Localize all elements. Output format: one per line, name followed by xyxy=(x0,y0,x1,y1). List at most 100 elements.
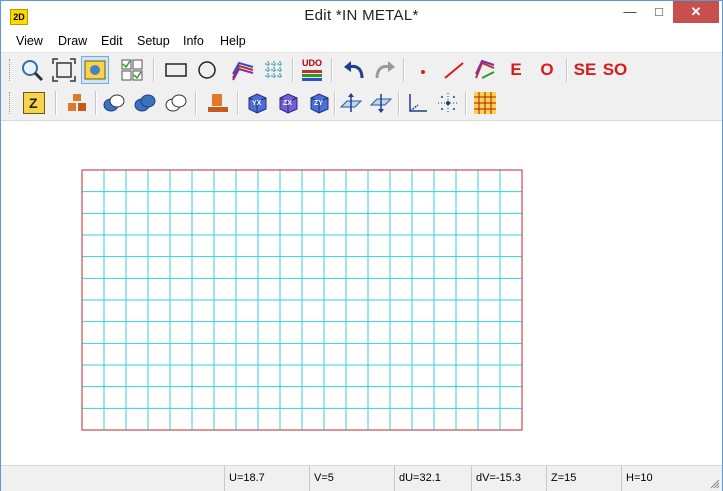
status-bar: U=18.7 V=5 dU=32.1 dV=-15.3 Z=15 H=10 xyxy=(1,465,722,491)
menu-info[interactable]: Info xyxy=(183,34,204,48)
circle-button[interactable] xyxy=(193,56,221,84)
main-toolbar: UDO E O SE SO xyxy=(1,52,722,87)
toolbar-separator xyxy=(237,91,239,115)
line-button[interactable] xyxy=(440,56,468,84)
plane-down-button[interactable] xyxy=(367,89,395,117)
blocks-icon xyxy=(68,94,86,111)
layer-view-button[interactable] xyxy=(81,56,109,84)
yx-label: YX xyxy=(252,100,262,107)
circle-icon xyxy=(198,61,216,79)
toolbar-separator xyxy=(95,91,97,115)
grid-icon xyxy=(265,61,283,79)
status-v: V=5 xyxy=(309,466,394,491)
redo-button[interactable] xyxy=(371,56,399,84)
menu-draw[interactable]: Draw xyxy=(58,34,87,48)
status-h: H=10 xyxy=(621,466,696,491)
blocks-button[interactable] xyxy=(63,89,91,117)
snap-points-button[interactable] xyxy=(434,89,462,117)
toolbar-separator xyxy=(465,91,467,115)
drawing-canvas[interactable] xyxy=(1,121,722,465)
toolbar-grip[interactable] xyxy=(9,59,13,81)
se-button[interactable]: SE xyxy=(571,56,599,84)
menu-view[interactable]: View xyxy=(16,34,43,48)
close-button[interactable]: ✕ xyxy=(673,1,719,23)
snap-points-icon xyxy=(438,93,458,113)
zy-label: ZY xyxy=(314,100,323,107)
undo-icon xyxy=(344,61,364,79)
rectangle-icon xyxy=(165,63,187,77)
view-yx-button[interactable]: YX xyxy=(243,89,271,117)
status-du: dU=32.1 xyxy=(394,466,469,491)
z-label: Z xyxy=(29,95,38,111)
toolbar-separator xyxy=(195,91,197,115)
checklist-button[interactable] xyxy=(118,56,146,84)
udo-label: UDO xyxy=(302,57,322,68)
toolbar-separator xyxy=(398,91,400,115)
udo-button[interactable]: UDO xyxy=(298,56,326,84)
status-z: Z=15 xyxy=(546,466,621,491)
menu-bar: View Draw Edit Setup Info Help xyxy=(1,32,722,52)
toolbar-separator xyxy=(403,58,405,82)
maximize-button[interactable]: □ xyxy=(644,1,674,23)
menu-setup[interactable]: Setup xyxy=(137,34,170,48)
surface-edit-icon xyxy=(475,59,495,79)
undo-button[interactable] xyxy=(340,56,368,84)
subtract-icon xyxy=(165,94,187,112)
z-grid-button[interactable]: Z xyxy=(20,89,48,117)
zoom-button[interactable] xyxy=(18,56,46,84)
redo-icon xyxy=(375,61,395,79)
zoom-extents-icon xyxy=(52,58,76,82)
grid-toggle-button[interactable] xyxy=(471,89,499,117)
toolbar-separator xyxy=(334,91,336,115)
axes-icon xyxy=(409,94,427,112)
zoom-extents-button[interactable] xyxy=(50,56,78,84)
toolbar-separator xyxy=(55,91,57,115)
menu-edit[interactable]: Edit xyxy=(101,34,123,48)
z-grid-icon: Z xyxy=(23,92,45,114)
point-icon xyxy=(421,70,425,74)
window-title: Edit *IN METAL* xyxy=(304,7,419,24)
workplane-icon xyxy=(208,94,228,112)
plane-up-icon xyxy=(339,93,363,112)
subtract-button[interactable] xyxy=(162,89,190,117)
plane-down-icon xyxy=(369,94,393,113)
surface-icon xyxy=(232,61,254,81)
zx-label: ZX xyxy=(283,100,292,107)
menu-help[interactable]: Help xyxy=(220,34,246,48)
drawing-grid[interactable] xyxy=(1,121,722,465)
magnifier-icon xyxy=(22,60,44,82)
toolbar-separator xyxy=(566,58,568,82)
title-bar[interactable]: 2D Edit *IN METAL* — □ ✕ xyxy=(1,1,722,32)
status-dv: dV=-15.3 xyxy=(471,466,546,491)
intersect-button[interactable] xyxy=(131,89,159,117)
status-u: U=18.7 xyxy=(224,466,309,491)
point-button[interactable] xyxy=(409,56,437,84)
toolbar-separator xyxy=(292,58,294,82)
o-button[interactable]: O xyxy=(533,56,561,84)
surface-edit-button[interactable] xyxy=(471,56,499,84)
resize-grip-icon[interactable] xyxy=(710,479,720,489)
checklist-icon xyxy=(121,59,143,81)
view-zx-button[interactable]: ZX xyxy=(274,89,302,117)
toolbar-separator xyxy=(331,58,333,82)
line-icon xyxy=(444,62,464,79)
grid-button[interactable] xyxy=(260,56,288,84)
toolbar-separator xyxy=(153,58,155,82)
layer-view-icon xyxy=(84,60,106,80)
plane-up-button[interactable] xyxy=(337,89,365,117)
secondary-toolbar: Z YX ZX ZY xyxy=(1,86,722,121)
minimize-button[interactable]: — xyxy=(615,1,645,23)
workplane-button[interactable] xyxy=(204,89,232,117)
intersect-icon xyxy=(134,94,156,112)
rectangle-button[interactable] xyxy=(162,56,190,84)
axes-button[interactable] xyxy=(403,89,431,117)
so-button[interactable]: SO xyxy=(601,56,629,84)
toolbar-grip[interactable] xyxy=(9,92,13,114)
app-window: 2D Edit *IN METAL* — □ ✕ View Draw Edit … xyxy=(0,0,723,491)
union-button[interactable] xyxy=(100,89,128,117)
books-icon xyxy=(302,69,322,81)
e-button[interactable]: E xyxy=(502,56,530,84)
view-zy-button[interactable]: ZY xyxy=(305,89,333,117)
surface-button[interactable] xyxy=(229,56,257,84)
grid-toggle-icon xyxy=(474,92,496,114)
